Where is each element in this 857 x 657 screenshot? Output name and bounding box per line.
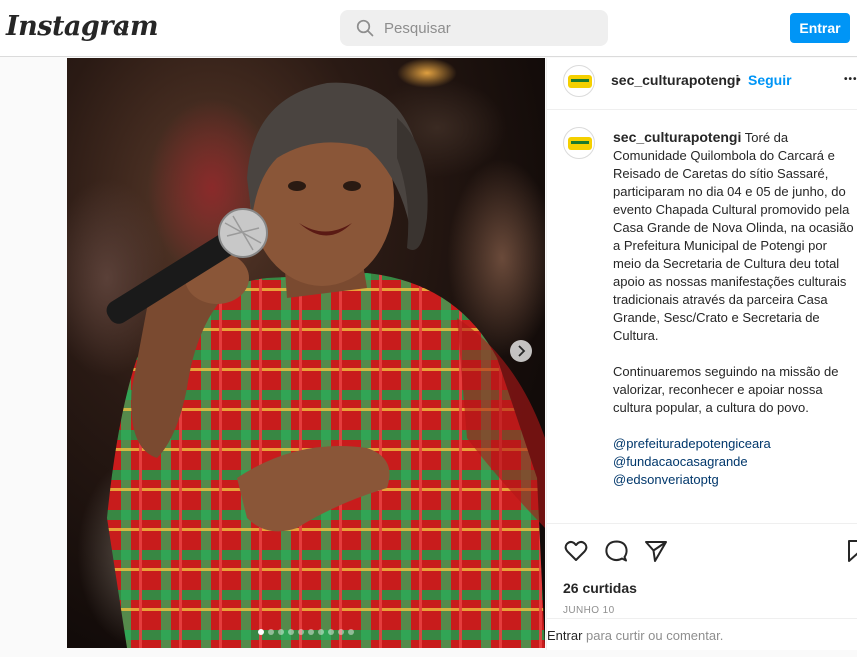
post-date[interactable]: JUNHO 10	[563, 605, 615, 616]
login-button[interactable]: Entrar	[790, 13, 850, 43]
carousel-dot	[308, 629, 314, 635]
carousel-dot	[288, 629, 294, 635]
caption-username[interactable]: sec_culturapotengi	[613, 129, 741, 145]
carousel-dot	[348, 629, 354, 635]
post-details-panel: sec_culturapotengi • Seguir ••• sec_cult…	[546, 58, 857, 650]
search-input[interactable]: Pesquisar	[384, 20, 451, 37]
comment-icon[interactable]	[603, 538, 629, 564]
carousel-next-button[interactable]	[510, 340, 532, 362]
post-caption: sec_culturapotengi Toré da Comunidade Qu…	[613, 128, 855, 489]
singer-figure	[106, 82, 545, 648]
carousel-dot	[278, 629, 284, 635]
carousel-dot	[338, 629, 344, 635]
instagram-logo[interactable]: Instagram	[6, 11, 159, 42]
comment-prompt: Entrar para curtir ou comentar.	[547, 628, 723, 643]
caption-text: Continuaremos seguindo na missão de valo…	[613, 364, 839, 415]
post-photo[interactable]	[67, 58, 545, 648]
paper-plane-icon[interactable]	[643, 538, 669, 564]
comment-login-prompt: Entrar para curtir ou comentar.	[547, 618, 857, 650]
heart-icon[interactable]	[563, 538, 589, 564]
login-link[interactable]: Entrar	[547, 628, 582, 643]
search-icon	[356, 19, 374, 37]
caption-text: Toré da Comunidade Quilombola do Carcará…	[613, 130, 854, 343]
mention-link[interactable]: @edsonveriatoptg	[613, 471, 855, 489]
search-box[interactable]: Pesquisar	[340, 10, 608, 46]
post-author-username[interactable]: sec_culturapotengi	[611, 72, 739, 88]
top-navigation-bar: Instagram Pesquisar Entrar	[0, 0, 857, 57]
likes-count[interactable]: 26 curtidas	[563, 580, 637, 596]
avatar[interactable]	[563, 127, 595, 159]
avatar[interactable]	[563, 65, 595, 97]
carousel-dot	[328, 629, 334, 635]
action-bar	[547, 523, 857, 583]
more-options-button[interactable]: •••	[844, 74, 857, 85]
carousel-indicator	[258, 629, 354, 635]
post-header: sec_culturapotengi • Seguir •••	[547, 58, 857, 110]
bookmark-icon[interactable]	[845, 538, 857, 564]
carousel-dot	[298, 629, 304, 635]
caption-scroll-area[interactable]: sec_culturapotengi Toré da Comunidade Qu…	[547, 111, 857, 523]
chevron-right-icon	[518, 345, 526, 357]
mention-link[interactable]: @fundacaocasagrande	[613, 453, 855, 471]
carousel-dot	[258, 629, 264, 635]
carousel-dot	[268, 629, 274, 635]
chevron-down-icon[interactable]	[116, 21, 130, 35]
separator-dot: •	[736, 71, 741, 87]
follow-button[interactable]: Seguir	[748, 72, 792, 88]
comment-prompt-text: para curtir ou comentar.	[582, 628, 724, 643]
carousel-dot	[318, 629, 324, 635]
mention-link[interactable]: @prefeituradepotengiceara	[613, 435, 855, 453]
